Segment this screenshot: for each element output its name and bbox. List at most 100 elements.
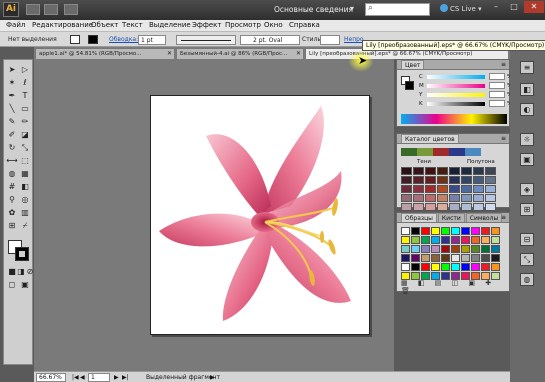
color-swatch[interactable] xyxy=(471,236,480,244)
menu-file[interactable]: Файл xyxy=(6,21,25,29)
color-swatch[interactable] xyxy=(471,254,480,262)
color-guide-swatch[interactable] xyxy=(413,203,424,211)
pencil-tool-icon[interactable]: ✏ xyxy=(19,116,31,128)
color-swatch[interactable] xyxy=(451,227,460,235)
rectangle-tool-icon[interactable]: ▭ xyxy=(19,103,31,115)
previous-artboard-icon[interactable]: ◀ xyxy=(80,374,85,381)
black-value-field[interactable] xyxy=(489,100,505,107)
color-guide-swatch[interactable] xyxy=(461,185,472,193)
color-swatch[interactable] xyxy=(441,236,450,244)
graphic-styles-panel-icon[interactable]: ▣ xyxy=(520,153,534,166)
color-guide-swatch[interactable] xyxy=(425,167,436,175)
first-artboard-icon[interactable]: |◀ xyxy=(72,374,79,381)
color-swatch[interactable] xyxy=(491,254,500,262)
color-guide-swatch[interactable] xyxy=(401,176,412,184)
color-swatch[interactable] xyxy=(401,254,410,262)
color-swatch[interactable] xyxy=(441,245,450,253)
chevron-down-icon[interactable]: ▾ xyxy=(350,4,354,13)
color-swatch[interactable] xyxy=(471,263,480,271)
color-swatch[interactable] xyxy=(411,227,420,235)
color-swatch[interactable] xyxy=(451,236,460,244)
stroke-swatch[interactable] xyxy=(15,247,29,261)
magenta-ramp[interactable] xyxy=(427,84,485,88)
color-guide-swatch[interactable] xyxy=(461,203,472,211)
color-guide-swatch[interactable] xyxy=(449,185,460,193)
maximize-icon[interactable]: □ xyxy=(506,1,522,13)
color-guide-swatch[interactable] xyxy=(485,167,496,175)
color-swatch[interactable] xyxy=(431,236,440,244)
color-guide-swatch[interactable] xyxy=(413,194,424,202)
color-swatch[interactable] xyxy=(401,227,410,235)
color-guide-swatch[interactable] xyxy=(449,167,460,175)
color-guide-swatch[interactable] xyxy=(473,176,484,184)
color-swatch[interactable] xyxy=(461,254,470,262)
color-guide-swatch[interactable] xyxy=(425,185,436,193)
color-guide-swatch[interactable] xyxy=(485,203,496,211)
color-swatch[interactable] xyxy=(401,236,410,244)
opacity-label[interactable]: Непро xyxy=(344,36,364,43)
arrange-documents-icon[interactable] xyxy=(64,4,78,15)
color-guide-swatch[interactable] xyxy=(401,194,412,202)
status-menu-icon[interactable]: ▶ xyxy=(210,374,215,381)
color-swatch[interactable] xyxy=(411,263,420,271)
color-swatch[interactable] xyxy=(431,263,440,271)
color-guide-swatch[interactable] xyxy=(473,167,484,175)
pen-tool-icon[interactable]: ✒ xyxy=(6,90,18,102)
mesh-tool-icon[interactable]: # xyxy=(6,181,18,193)
type-tool-icon[interactable]: T xyxy=(19,90,31,102)
color-guide-swatch[interactable] xyxy=(485,194,496,202)
width-tool-icon[interactable]: ⟷ xyxy=(6,155,18,167)
color-guide-swatch[interactable] xyxy=(485,176,496,184)
yellow-ramp[interactable] xyxy=(427,93,485,97)
selection-tool-icon[interactable]: ➤ xyxy=(6,64,18,76)
color-swatch[interactable] xyxy=(491,236,500,244)
color-guide-swatch[interactable] xyxy=(449,176,460,184)
panel-menu-icon[interactable]: ≡ xyxy=(501,60,506,69)
color-swatch[interactable] xyxy=(431,254,440,262)
blob-brush-icon[interactable]: ✐ xyxy=(6,129,18,141)
panel-stroke-swatch[interactable] xyxy=(405,81,414,90)
color-swatch[interactable] xyxy=(481,236,490,244)
zoom-field[interactable]: 66.67% xyxy=(36,373,66,382)
rotate-tool-icon[interactable]: ↻ xyxy=(6,142,18,154)
color-guide-swatch[interactable] xyxy=(473,203,484,211)
menu-edit[interactable]: Редактирование xyxy=(32,21,93,29)
appearance-panel-icon[interactable]: ☼ xyxy=(520,133,534,146)
tab-apple1[interactable]: apple1.ai* @ 54.81% (RGB/Просмо... ✕ xyxy=(35,48,175,59)
gradient-tool-icon[interactable]: ◧ xyxy=(19,181,31,193)
direct-selection-tool-icon[interactable]: ▷ xyxy=(19,64,31,76)
color-swatch[interactable] xyxy=(441,227,450,235)
color-swatch[interactable] xyxy=(441,263,450,271)
panel-menu-icon[interactable]: ≡ xyxy=(501,134,506,143)
color-guide-tab[interactable]: Каталог цветов xyxy=(401,134,459,143)
color-guide-swatch[interactable] xyxy=(413,167,424,175)
color-guide-swatch[interactable] xyxy=(473,185,484,193)
tab-untitled-4[interactable]: Безымянный-4.ai @ 86% (RGB/Прос... ✕ xyxy=(176,48,304,59)
color-guide-swatch[interactable] xyxy=(425,194,436,202)
color-guide-swatch[interactable] xyxy=(401,185,412,193)
color-swatch[interactable] xyxy=(481,263,490,271)
fill-color-swatch[interactable] xyxy=(70,35,80,44)
stroke-color-swatch[interactable] xyxy=(88,35,98,44)
align-panel-icon[interactable]: ⊟ xyxy=(520,233,534,246)
color-swatch[interactable] xyxy=(491,227,500,235)
color-swatch[interactable] xyxy=(461,263,470,271)
cs-live-button[interactable]: CS Live ▾ xyxy=(440,4,482,13)
color-swatch[interactable] xyxy=(411,236,420,244)
paintbrush-tool-icon[interactable]: ✎ xyxy=(6,116,18,128)
color-swatch[interactable] xyxy=(421,245,430,253)
menu-help[interactable]: Справка xyxy=(289,21,320,29)
graphic-style-picker[interactable] xyxy=(320,35,340,45)
color-spectrum[interactable] xyxy=(401,114,507,124)
line-tool-icon[interactable]: ╲ xyxy=(6,103,18,115)
cyan-ramp[interactable] xyxy=(427,75,485,79)
color-swatch[interactable] xyxy=(461,245,470,253)
mini-bridge-icon[interactable] xyxy=(44,4,58,15)
artboard[interactable] xyxy=(150,95,370,335)
pathfinder-panel-icon[interactable]: ◍ xyxy=(520,273,534,286)
artboard-number-field[interactable]: 1 xyxy=(88,373,110,382)
color-guide-swatch[interactable] xyxy=(437,185,448,193)
color-swatch[interactable] xyxy=(481,245,490,253)
document-canvas[interactable] xyxy=(34,59,394,371)
color-guide-swatch[interactable] xyxy=(449,194,460,202)
